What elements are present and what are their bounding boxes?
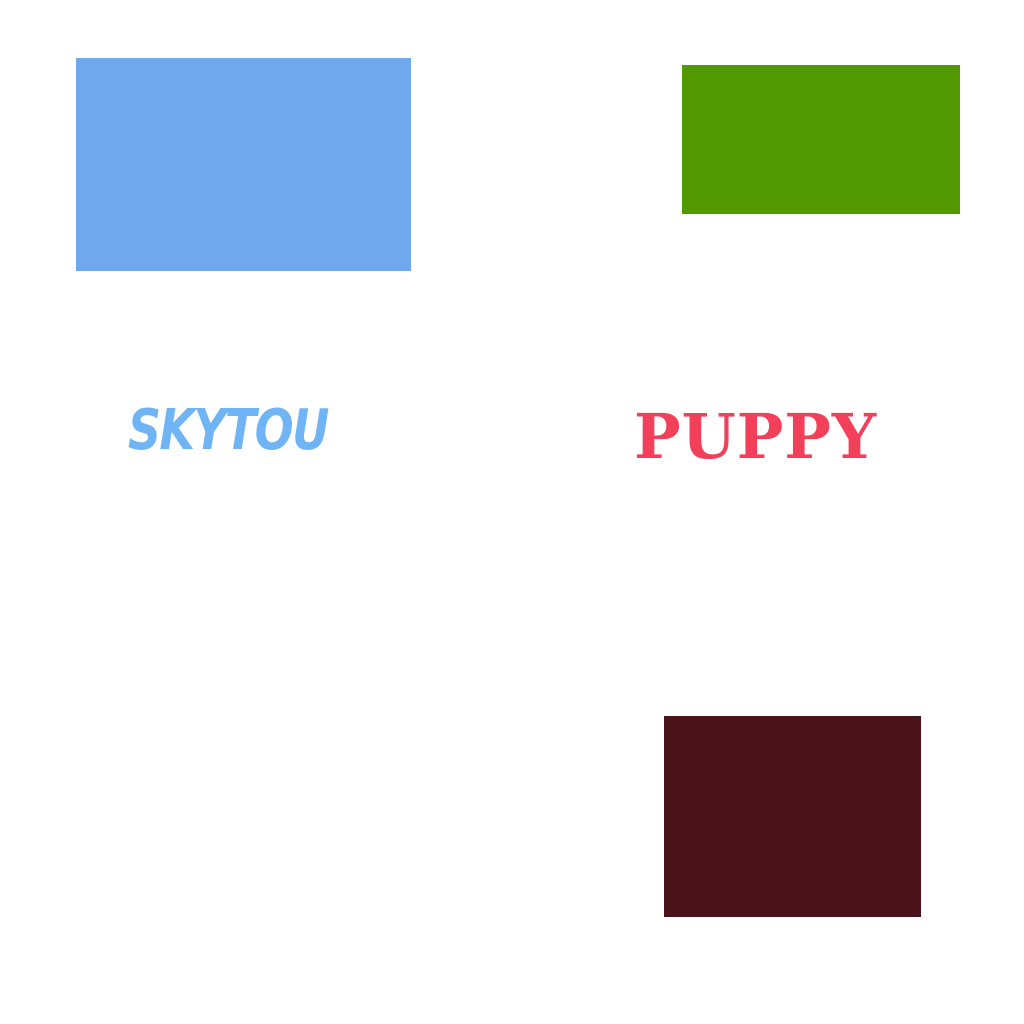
blue-rectangle <box>76 58 411 271</box>
skytou-text: SKYTOU <box>128 398 329 463</box>
green-rectangle <box>682 65 960 214</box>
maroon-rectangle <box>664 716 921 917</box>
puppy-text: PUPPY <box>634 400 878 473</box>
canvas: SKYTOU PUPPY <box>0 0 1024 1024</box>
